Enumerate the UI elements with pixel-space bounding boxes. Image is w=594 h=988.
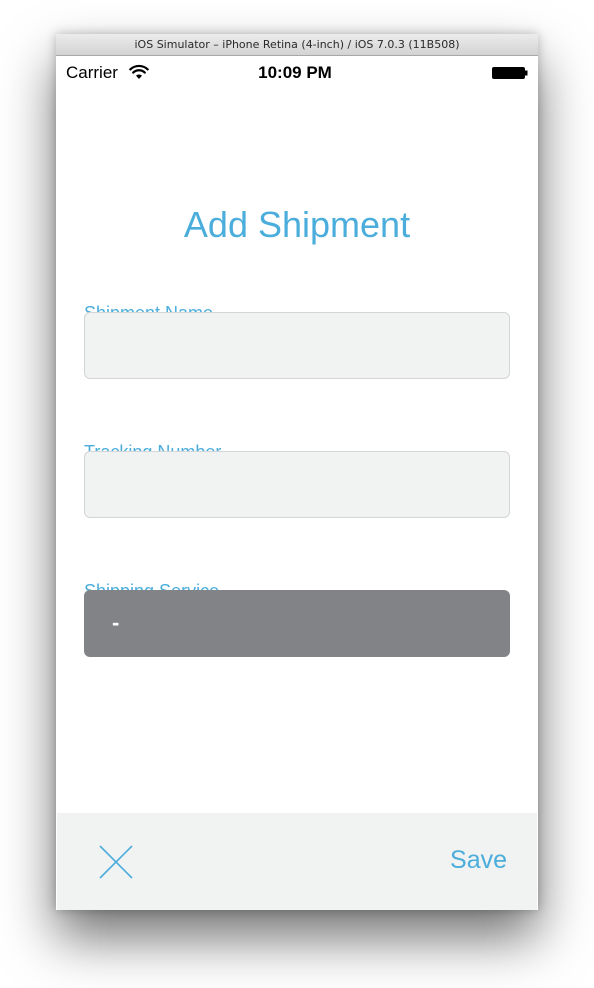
bottom-toolbar: Save — [57, 813, 537, 910]
close-x-icon[interactable] — [95, 841, 137, 883]
battery-full-icon — [492, 67, 528, 79]
iphone-screen: Carrier 10:09 PM Add Shipment Shipment N… — [57, 56, 537, 910]
window-title: iOS Simulator – iPhone Retina (4-inch) /… — [56, 34, 538, 56]
status-time: 10:09 PM — [258, 63, 332, 82]
page-title: Add Shipment — [183, 204, 411, 245]
shipment-name-field[interactable] — [84, 312, 510, 379]
status-bar: Carrier 10:09 PM — [57, 56, 537, 90]
tracking-number-field[interactable] — [84, 451, 510, 518]
shipping-service-value: - — [112, 610, 120, 635]
shipping-service-select[interactable]: - — [84, 590, 510, 657]
save-button[interactable]: Save — [450, 846, 507, 875]
simulator-window: iOS Simulator – iPhone Retina (4-inch) /… — [56, 34, 538, 910]
